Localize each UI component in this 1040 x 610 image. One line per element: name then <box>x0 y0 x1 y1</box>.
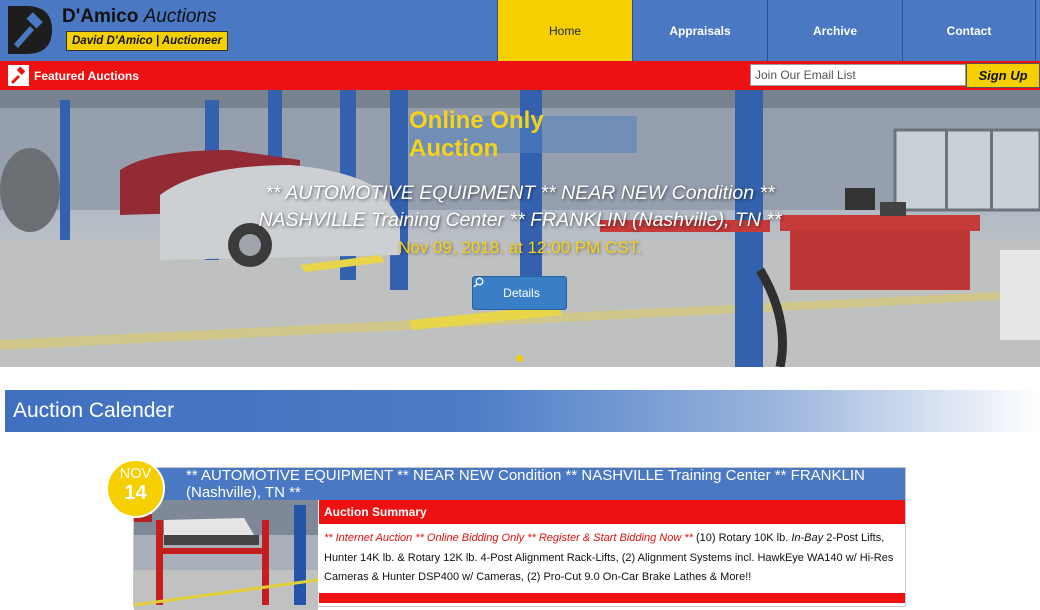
auction-summary-heading: Auction Summary <box>319 500 905 524</box>
brand-tagline: David D'Amico | Auctioneer <box>66 31 228 51</box>
auction-details: Auction Summary ** Internet Auction ** O… <box>319 500 905 603</box>
nav-item-contact[interactable]: Contact <box>902 0 1036 61</box>
signup-button[interactable]: Sign Up <box>966 63 1040 88</box>
brand-name-suffix: Auctions <box>143 6 217 27</box>
nav-item-appraisals[interactable]: Appraisals <box>632 0 767 61</box>
featured-auctions-link[interactable]: Featured Auctions <box>8 65 139 86</box>
main-nav: Home Appraisals Archive Contact <box>497 0 1036 61</box>
auction-day: 14 <box>124 482 147 504</box>
summary-highlight: ** Internet Auction ** Online Bidding On… <box>324 532 693 544</box>
gavel-logo-icon[interactable] <box>6 4 54 56</box>
nav-item-archive[interactable]: Archive <box>767 0 902 61</box>
hero-title: ** AUTOMOTIVE EQUIPMENT ** NEAR NEW Cond… <box>200 180 840 234</box>
nav-item-home[interactable]: Home <box>497 0 632 61</box>
brand-name[interactable]: D'Amico Auctions <box>62 6 228 28</box>
details-label: Details <box>503 286 540 300</box>
summary-italic: In-Bay <box>791 532 824 544</box>
featured-gavel-icon <box>8 65 29 86</box>
hero-title-line2: NASHVILLE Training Center ** FRANKLIN (N… <box>258 209 782 231</box>
auction-card[interactable]: ** AUTOMOTIVE EQUIPMENT ** NEAR NEW Cond… <box>133 467 906 610</box>
auction-thumbnail[interactable] <box>134 500 318 610</box>
email-signup-input[interactable] <box>750 64 966 86</box>
details-button[interactable]: Details <box>472 276 567 310</box>
brand-name-main: D'Amico <box>62 6 139 27</box>
auction-title[interactable]: ** AUTOMOTIVE EQUIPMENT ** NEAR NEW Cond… <box>134 467 905 501</box>
hero-date: Nov 09, 2018. at 12:00 PM CST. <box>398 238 642 257</box>
card-bottom-bar <box>319 592 905 603</box>
site-header: D'Amico Auctions David D'Amico | Auction… <box>0 0 1040 61</box>
auction-month: NOV <box>119 466 152 482</box>
auction-date-badge: NOV 14 <box>106 459 165 518</box>
auction-calendar-heading: Auction Calender <box>5 390 1040 432</box>
hero-badge: Online Only Auction <box>409 107 637 162</box>
hero-carousel: Online Only Auction ** AUTOMOTIVE EQUIPM… <box>0 90 1040 367</box>
auction-summary-text: ** Internet Auction ** Online Bidding On… <box>319 524 905 593</box>
summary-part1: (10) Rotary 10K lb. <box>692 532 792 544</box>
featured-auctions-label: Featured Auctions <box>34 68 139 83</box>
carousel-indicator-dot[interactable] <box>516 355 523 362</box>
brand: D'Amico Auctions David D'Amico | Auction… <box>62 6 228 51</box>
hero-title-line1: ** AUTOMOTIVE EQUIPMENT ** NEAR NEW Cond… <box>265 182 775 204</box>
